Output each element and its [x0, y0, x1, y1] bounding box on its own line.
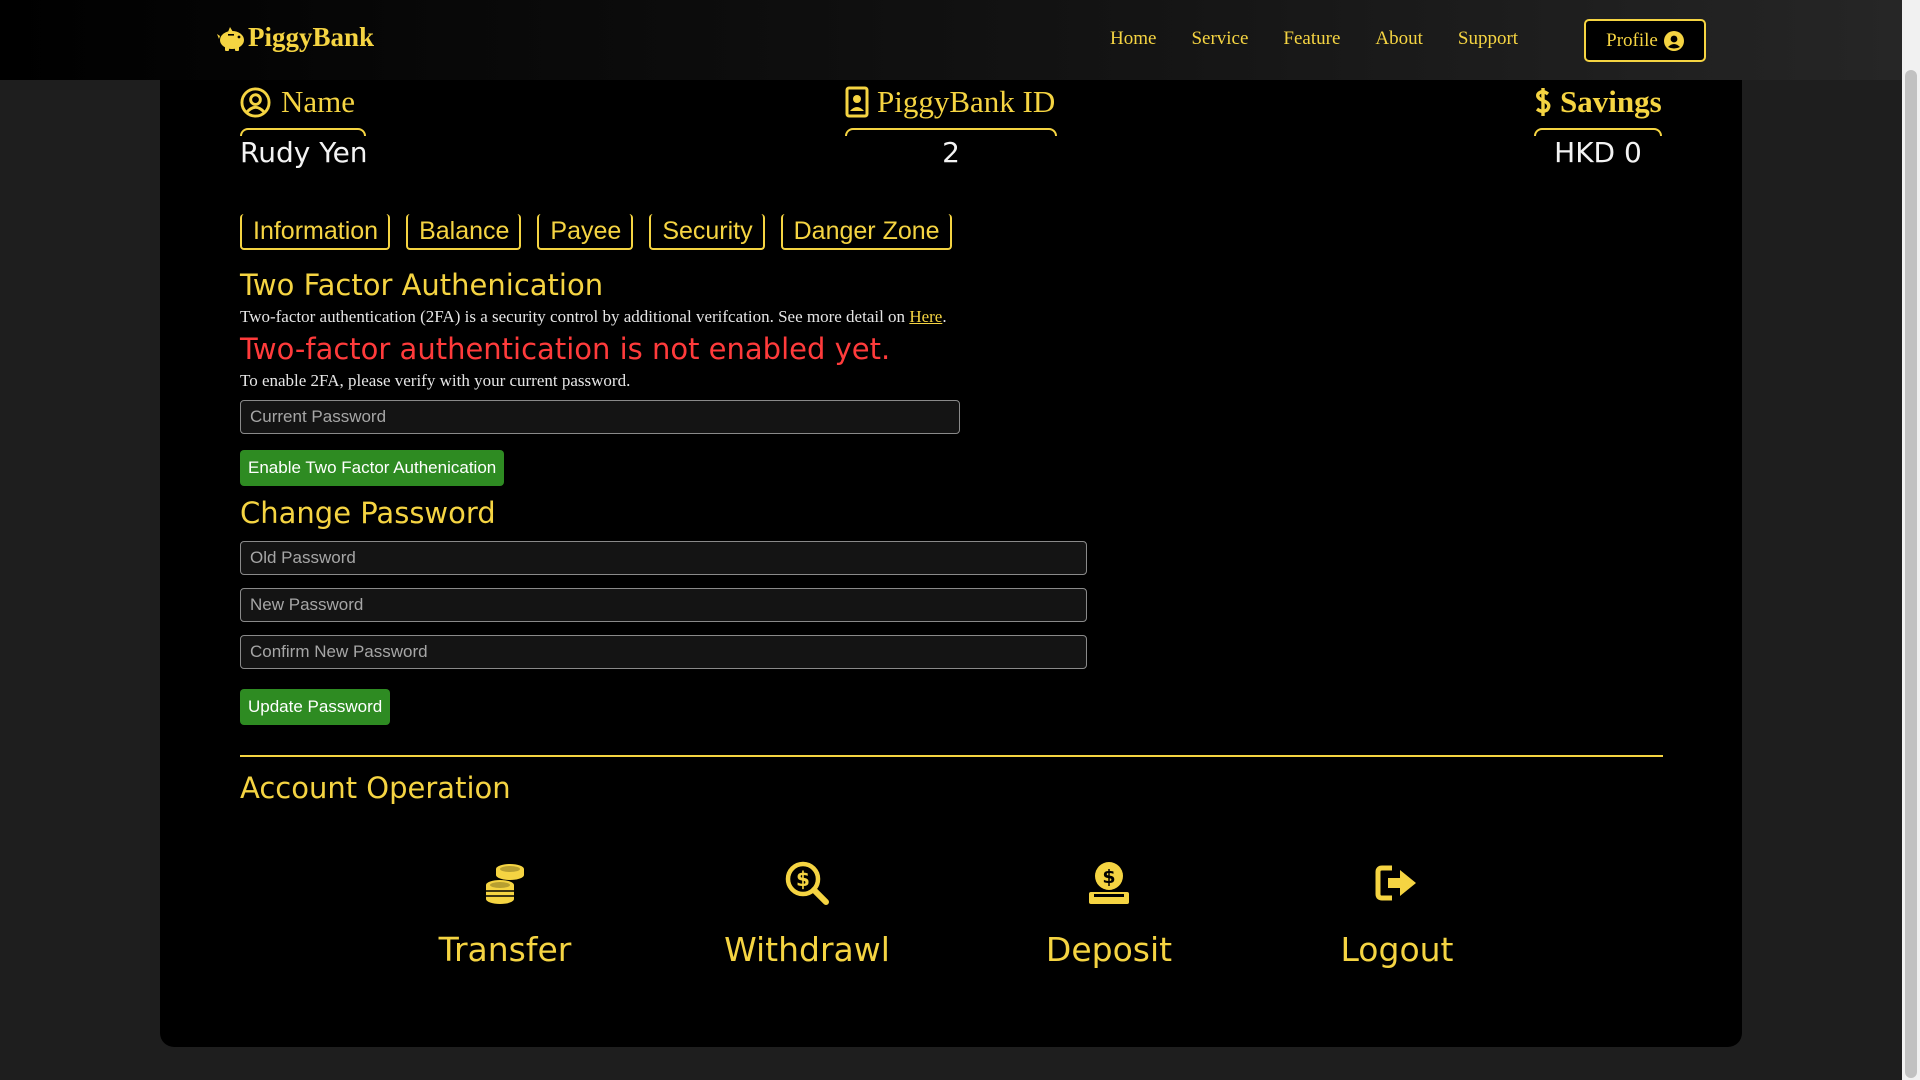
sign-out-icon: [1375, 865, 1416, 901]
nav-service[interactable]: Service: [1191, 28, 1248, 50]
scrollbar-thumb[interactable]: [1905, 70, 1917, 1078]
svg-text:$: $: [796, 867, 810, 891]
id-value: 2: [942, 136, 960, 169]
change-password-title: Change Password: [240, 496, 496, 530]
savings-underline: [1534, 128, 1662, 136]
name-column: Name Rudy Yen: [240, 84, 368, 169]
user-circle-icon: [1663, 30, 1684, 51]
donate-dollar-icon: $: [1089, 862, 1129, 904]
enable-two-factor-button[interactable]: Enable Two Factor Authenication: [240, 450, 505, 486]
tab-security[interactable]: Security: [649, 214, 765, 250]
withdrawl-action[interactable]: $ Withdrawl: [707, 860, 907, 969]
withdrawl-label: Withdrawl: [724, 930, 890, 969]
two-factor-description: Two-factor authentication (2FA) is a sec…: [240, 307, 947, 327]
name-underline: [240, 128, 366, 136]
transfer-action[interactable]: Transfer: [405, 860, 605, 969]
transfer-label: Transfer: [438, 930, 572, 969]
name-label: Name: [281, 84, 356, 119]
user-circle-icon: [240, 86, 271, 118]
page-scrollbar[interactable]: [1902, 0, 1920, 1080]
tab-payee[interactable]: Payee: [537, 214, 634, 250]
section-divider: [240, 755, 1663, 757]
id-label: PiggyBank ID: [877, 84, 1056, 119]
brand-logo[interactable]: PiggyBank: [216, 22, 374, 53]
top-navbar: PiggyBank Home Service Feature About Sup…: [0, 0, 1902, 80]
deposit-label: Deposit: [1045, 930, 1173, 969]
id-column: PiggyBank ID 2: [845, 84, 1057, 169]
two-factor-description-end: .: [942, 307, 947, 326]
nav-feature[interactable]: Feature: [1283, 28, 1340, 50]
logout-label: Logout: [1340, 930, 1454, 969]
two-factor-status: Two-factor authentication is not enabled…: [240, 332, 891, 366]
logout-action[interactable]: Logout: [1297, 860, 1497, 969]
savings-value: HKD 0: [1554, 136, 1642, 169]
tab-danger-zone[interactable]: Danger Zone: [780, 214, 952, 250]
two-factor-description-text: Two-factor authentication (2FA) is a sec…: [240, 307, 910, 326]
id-badge-icon: [845, 86, 869, 118]
nav-links: Home Service Feature About Support: [1110, 28, 1518, 50]
two-factor-instruction: To enable 2FA, please verify with your c…: [240, 371, 631, 390]
account-operation-title: Account Operation: [240, 771, 511, 805]
svg-text:$: $: [1102, 866, 1115, 888]
coins-icon: [486, 864, 524, 904]
savings-label: Savings: [1560, 84, 1662, 119]
search-dollar-icon: $: [785, 861, 829, 905]
tab-balance[interactable]: Balance: [406, 214, 522, 250]
nav-about[interactable]: About: [1375, 28, 1423, 50]
dollar-icon: [1535, 88, 1551, 116]
two-factor-title: Two Factor Authenication: [240, 268, 604, 302]
profile-button[interactable]: Profile: [1584, 19, 1706, 62]
deposit-action[interactable]: $ Deposit: [1009, 860, 1209, 969]
two-factor-detail-link[interactable]: Here: [909, 307, 942, 326]
piggy-icon: [217, 26, 244, 51]
current-password-input[interactable]: [240, 400, 960, 434]
name-value: Rudy Yen: [240, 136, 368, 169]
update-password-button[interactable]: Update Password: [240, 689, 391, 725]
nav-home[interactable]: Home: [1110, 28, 1156, 50]
tab-bar: Information Balance Payee Security Dange…: [240, 214, 952, 250]
confirm-password-input[interactable]: [240, 635, 1087, 669]
id-underline: [845, 128, 1057, 136]
brand-name: PiggyBank: [248, 22, 375, 52]
savings-column: Savings HKD 0: [1534, 84, 1662, 169]
profile-label: Profile: [1606, 29, 1658, 51]
nav-support[interactable]: Support: [1458, 28, 1518, 50]
new-password-input[interactable]: [240, 588, 1087, 622]
old-password-input[interactable]: [240, 541, 1087, 575]
tab-information[interactable]: Information: [240, 214, 391, 250]
